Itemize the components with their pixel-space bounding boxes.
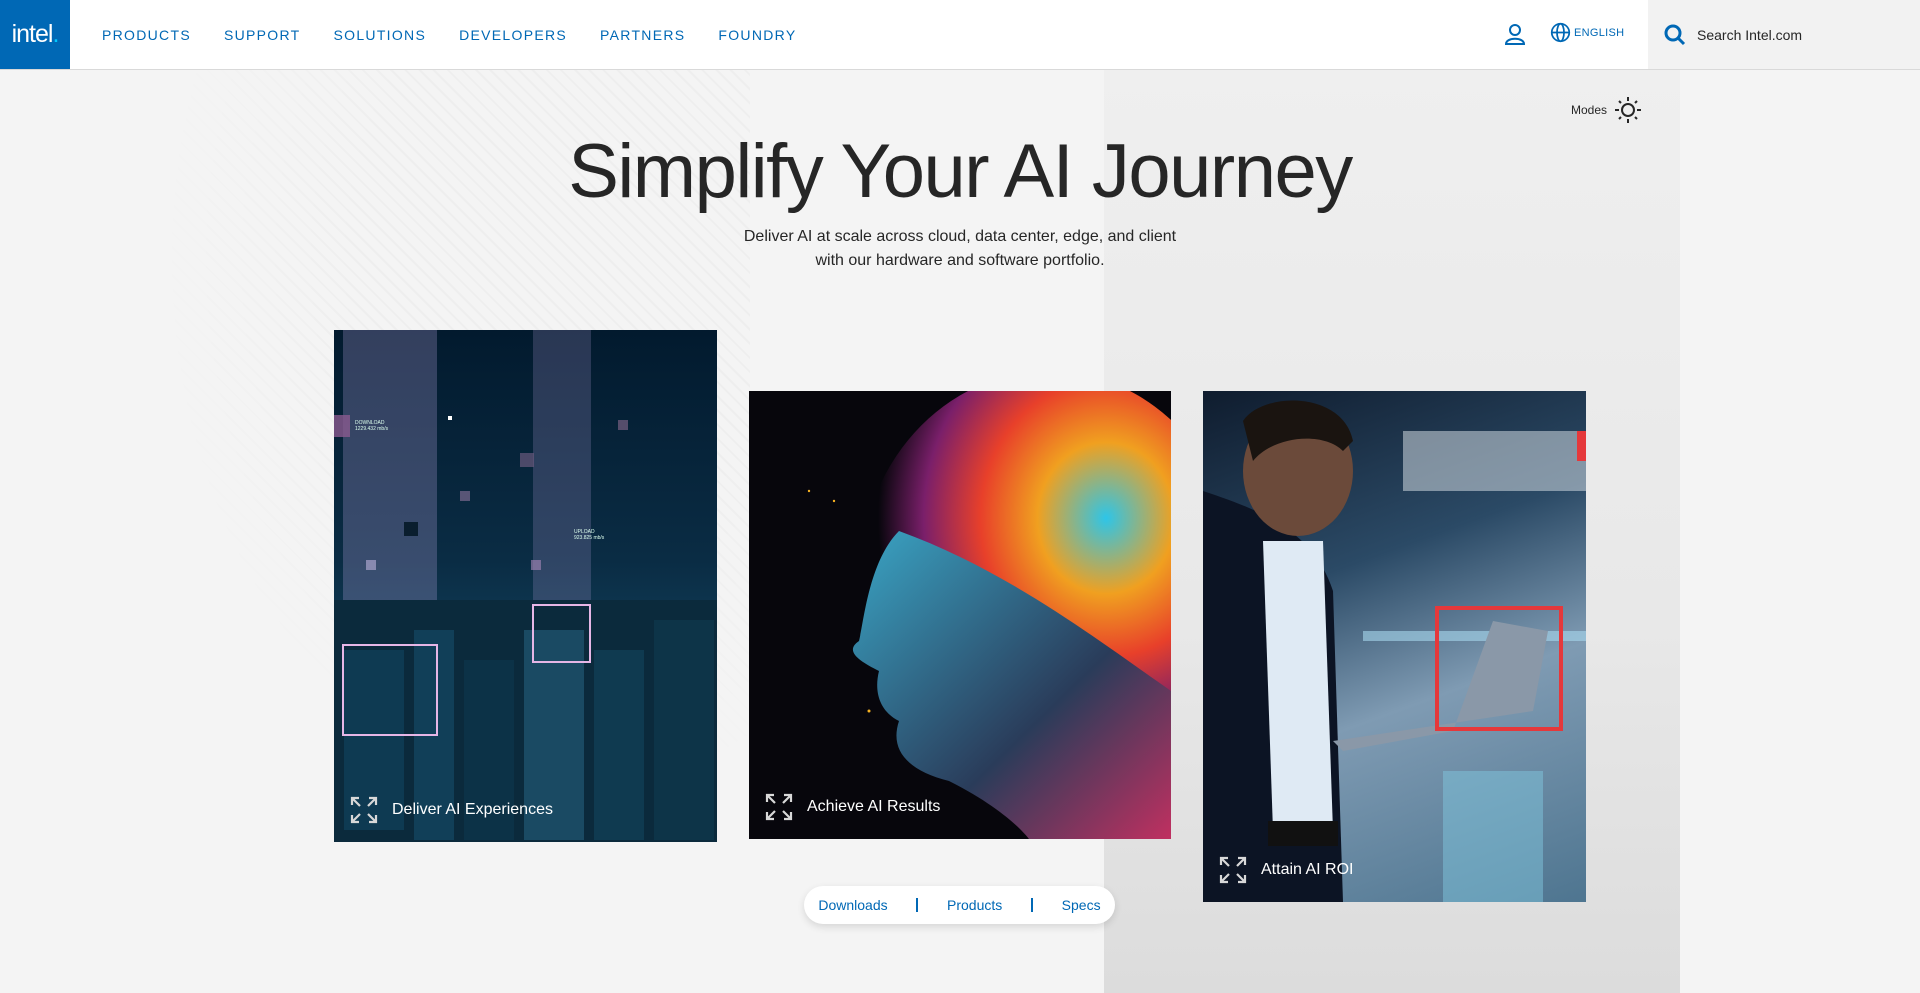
engineer-image	[1203, 400, 1586, 902]
link-products[interactable]: Products	[947, 897, 1002, 913]
expand-icon	[765, 793, 793, 821]
user-icon[interactable]	[1503, 22, 1527, 46]
card-achieve-ai-results[interactable]: Achieve AI Results	[749, 391, 1171, 839]
card-label: Deliver AI Experiences	[392, 801, 553, 818]
logo-text: intel	[11, 20, 54, 48]
expand-icon	[1219, 856, 1247, 884]
card-attain-ai-roi[interactable]: Attain AI ROI	[1203, 391, 1586, 902]
top-header: intel. PRODUCTS SUPPORT SOLUTIONS DEVELO…	[0, 0, 1920, 70]
quick-links: Downloads Products Specs	[804, 886, 1115, 924]
nav-developers[interactable]: DEVELOPERS	[459, 27, 567, 43]
ai-face-image	[807, 391, 1171, 839]
search-input[interactable]	[1695, 25, 1899, 44]
modes-toggle[interactable]: Modes	[1571, 95, 1643, 125]
search-bar	[1648, 0, 1920, 69]
modes-label: Modes	[1571, 103, 1608, 117]
nav-partners[interactable]: PARTNERS	[600, 27, 685, 43]
card-deliver-ai-experiences[interactable]: DOWNLOAD 1229.432 mb/s UPLOAD 923.825 mb…	[334, 330, 717, 842]
card-label: Achieve AI Results	[807, 798, 941, 815]
card-label: Attain AI ROI	[1261, 861, 1354, 878]
nav-support[interactable]: SUPPORT	[224, 27, 301, 43]
upload-value: 923.825 mb/s	[574, 535, 605, 541]
card-caption: Deliver AI Experiences	[350, 796, 553, 824]
globe-icon	[1550, 22, 1571, 43]
sun-icon	[1615, 97, 1642, 123]
hero-subtitle: Deliver AI at scale across cloud, data c…	[743, 228, 1177, 269]
card-caption: Attain AI ROI	[1219, 856, 1353, 884]
language-selector[interactable]: ENGLISH	[1550, 22, 1624, 43]
expand-icon	[350, 796, 378, 824]
nav-products[interactable]: PRODUCTS	[102, 27, 191, 43]
link-downloads[interactable]: Downloads	[818, 897, 887, 913]
main-nav: PRODUCTS SUPPORT SOLUTIONS DEVELOPERS PA…	[102, 0, 829, 69]
link-specs[interactable]: Specs	[1062, 897, 1101, 913]
logo-dot: .	[52, 20, 59, 48]
divider	[916, 898, 919, 912]
search-icon[interactable]	[1663, 23, 1687, 47]
nav-solutions[interactable]: SOLUTIONS	[334, 27, 427, 43]
nav-foundry[interactable]: FOUNDRY	[718, 27, 796, 43]
hero-title: Simplify Your AI Journey	[568, 129, 1353, 214]
download-value: 1229.432 mb/s	[355, 426, 389, 432]
language-label: ENGLISH	[1574, 26, 1625, 39]
card-caption: Achieve AI Results	[765, 793, 940, 821]
city-image: DOWNLOAD 1229.432 mb/s UPLOAD 923.825 mb…	[334, 330, 717, 842]
intel-logo[interactable]: intel.	[0, 0, 70, 69]
divider	[1030, 898, 1033, 912]
